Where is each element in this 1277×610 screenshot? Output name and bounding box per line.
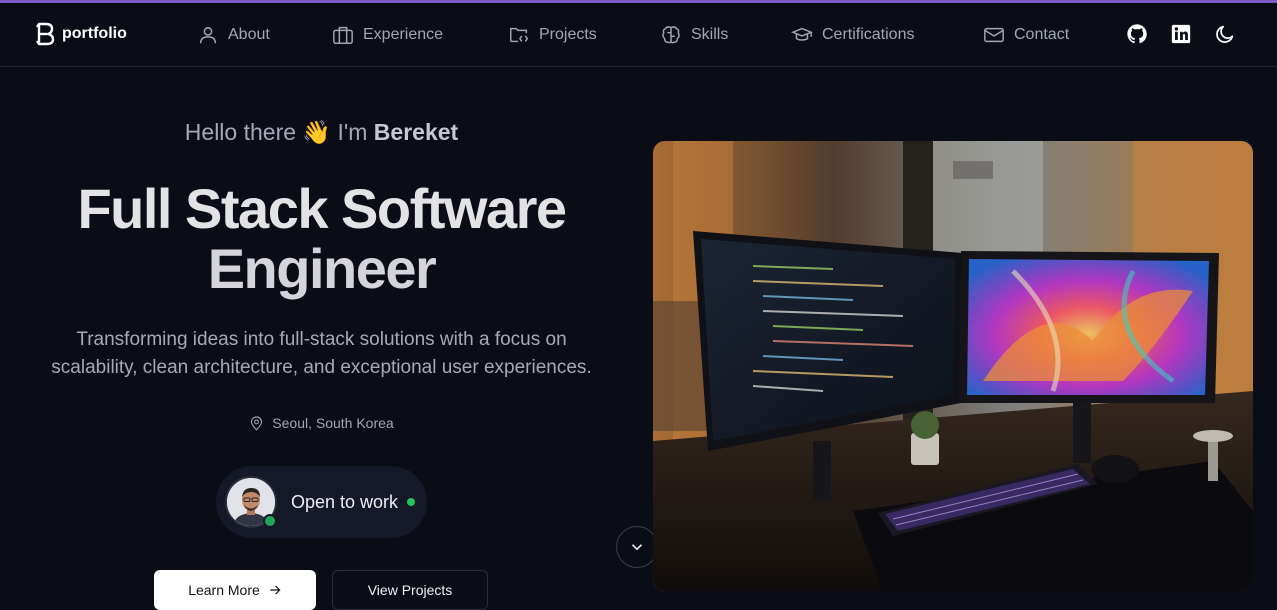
brand-text: portfolio bbox=[62, 25, 127, 42]
nav-item-label: About bbox=[228, 26, 270, 43]
top-navbar: portfolio About Experience Projects Skil… bbox=[0, 3, 1277, 67]
linkedin-icon bbox=[1171, 24, 1191, 44]
nav-item-label: Experience bbox=[363, 26, 444, 43]
graduation-cap-icon bbox=[791, 27, 813, 41]
nav-item-certifications[interactable]: Certifications bbox=[791, 21, 914, 49]
moon-icon bbox=[1216, 25, 1234, 43]
location-text: Seoul, South Korea bbox=[272, 415, 394, 431]
avatar bbox=[225, 476, 277, 528]
nav-item-about[interactable]: About bbox=[197, 21, 270, 49]
nav-item-contact[interactable]: Contact bbox=[983, 21, 1069, 49]
theme-toggle[interactable] bbox=[1214, 23, 1238, 47]
status-text: Open to work bbox=[291, 491, 399, 512]
github-link[interactable] bbox=[1126, 23, 1150, 47]
mail-icon bbox=[984, 27, 1004, 43]
learn-more-button[interactable]: Learn More bbox=[154, 570, 316, 610]
scroll-down-button[interactable] bbox=[616, 526, 658, 568]
brand-logo[interactable]: portfolio bbox=[34, 22, 127, 46]
nav-item-projects[interactable]: Projects bbox=[508, 21, 597, 49]
chevron-down-icon bbox=[631, 544, 643, 551]
greeting-mid: I'm bbox=[337, 119, 368, 145]
nav-item-label: Contact bbox=[1014, 26, 1070, 43]
linkedin-link[interactable] bbox=[1170, 23, 1194, 47]
desk-setup-illustration bbox=[653, 141, 1253, 591]
learn-more-label: Learn More bbox=[188, 582, 260, 598]
hero-greeting: Hello there 👋 I'm Bereket bbox=[0, 119, 643, 146]
online-indicator bbox=[263, 514, 277, 528]
github-icon bbox=[1127, 24, 1147, 44]
hero-headline: Full Stack Software Engineer bbox=[0, 179, 643, 299]
map-pin-icon bbox=[251, 415, 263, 431]
headline-line-1: Full Stack Software bbox=[77, 177, 567, 240]
tagline-line-1: Transforming ideas into full-stack solut… bbox=[76, 329, 567, 350]
greeting-prefix: Hello there bbox=[184, 119, 297, 145]
nav-item-label: Certifications bbox=[822, 26, 915, 43]
nav-item-label: Projects bbox=[539, 26, 597, 43]
nav-item-label: Skills bbox=[691, 26, 729, 43]
hero-section: Hello there 👋 I'm Bereket Full Stack Sof… bbox=[0, 67, 643, 610]
open-to-work-badge: Open to work bbox=[216, 466, 427, 538]
hero-image bbox=[653, 141, 1253, 591]
waving-hand-icon: 👋 bbox=[302, 119, 332, 145]
tagline-line-2: scalability, clean architecture, and exc… bbox=[51, 357, 592, 378]
hero-tagline: Transforming ideas into full-stack solut… bbox=[20, 326, 623, 382]
nav-item-skills[interactable]: Skills bbox=[660, 21, 728, 49]
headline-line-2: Engineer bbox=[207, 237, 437, 300]
hero-name: Bereket bbox=[373, 119, 459, 145]
status-dot bbox=[407, 498, 416, 506]
b-logo-icon bbox=[36, 22, 55, 46]
nav-item-experience[interactable]: Experience bbox=[332, 21, 443, 49]
location: Seoul, South Korea bbox=[0, 415, 643, 431]
folder-code-icon bbox=[510, 27, 529, 43]
view-projects-button[interactable]: View Projects bbox=[332, 570, 488, 610]
view-projects-label: View Projects bbox=[367, 582, 453, 598]
brain-icon bbox=[662, 26, 680, 44]
user-icon bbox=[199, 26, 217, 44]
arrow-right-icon bbox=[270, 585, 281, 595]
briefcase-icon bbox=[333, 26, 353, 44]
